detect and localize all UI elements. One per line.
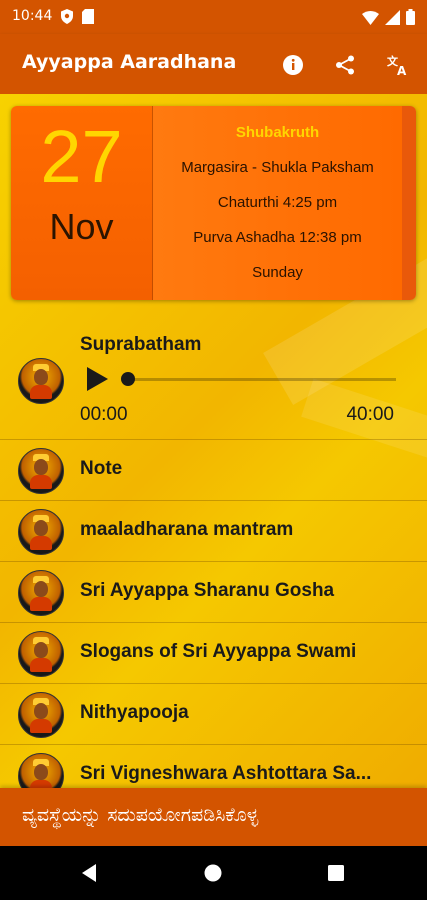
list-item[interactable]: Note [0, 439, 427, 500]
current-time: 00:00 [80, 404, 128, 425]
ayyappa-thumbnail [18, 570, 64, 616]
seek-handle[interactable] [121, 372, 135, 386]
panchang-details: Shubakruth Margasira - Shukla Paksham Ch… [153, 106, 416, 300]
status-time: 10:44 [12, 8, 53, 24]
ayyappa-thumbnail [18, 692, 64, 738]
weekday: Sunday [252, 264, 303, 281]
play-icon[interactable] [84, 366, 110, 392]
list-item[interactable]: Nithyapooja [0, 683, 427, 744]
wifi-icon [362, 10, 379, 29]
audio-player: Suprabatham 00:00 40:00 [0, 314, 427, 439]
svg-text:A: A [397, 64, 407, 77]
date-box: 27 Nov [11, 106, 153, 300]
back-icon[interactable] [76, 860, 102, 886]
seek-bar[interactable] [124, 378, 396, 381]
translate-icon[interactable]: 文A [385, 52, 411, 78]
navigation-bar [0, 846, 427, 900]
list-item-label: maaladharana mantram [80, 519, 294, 540]
tithi: Chaturthi 4:25 pm [217, 194, 338, 211]
ayyappa-thumbnail [18, 358, 64, 404]
player-title: Suprabatham [80, 334, 202, 355]
content-list: Note maaladharana mantram Sri Ayyappa Sh… [0, 439, 427, 805]
year-name: Shubakruth [235, 124, 320, 141]
app-title: Ayyappa Aaradhana [22, 51, 237, 73]
app-bar: Ayyappa Aaradhana 文A [0, 34, 427, 94]
status-bar: 10:44 [0, 0, 427, 34]
nakshatra: Purva Ashadha 12:38 pm [193, 229, 362, 246]
list-item[interactable]: Sri Ayyappa Sharanu Gosha [0, 561, 427, 622]
calendar-month: Nov [49, 206, 114, 247]
list-item-label: Sri Ayyappa Sharanu Gosha [80, 580, 335, 601]
share-icon[interactable] [332, 52, 358, 78]
battery-icon [406, 9, 415, 29]
masa-paksha: Margasira - Shukla Paksham [181, 159, 374, 176]
recents-icon[interactable] [323, 860, 349, 886]
list-item-label: Slogans of Sri Ayyappa Swami [80, 641, 357, 662]
list-item[interactable]: Slogans of Sri Ayyappa Swami [0, 622, 427, 683]
sd-card-icon [82, 9, 94, 28]
main-content: 27 Nov Shubakruth Margasira - Shukla Pak… [0, 94, 427, 846]
panchang-card: 27 Nov Shubakruth Margasira - Shukla Pak… [11, 106, 416, 300]
ayyappa-thumbnail [18, 448, 64, 494]
ayyappa-thumbnail [18, 631, 64, 677]
total-time: 40:00 [346, 404, 394, 425]
calendar-day: 27 [40, 115, 123, 198]
info-icon[interactable] [280, 52, 306, 78]
list-item-label: Sri Vigneshwara Ashtottara Sa... [80, 763, 372, 784]
list-item-label: Note [80, 458, 123, 479]
shield-icon [60, 9, 74, 28]
home-icon[interactable] [200, 860, 226, 886]
banner-text: ವ್ಯವಸ್ಥೆಯನ್ನು ಸದುಪಯೋಗಪಡಿಸಿಕೊಳ್ಳ [22, 804, 259, 826]
list-item[interactable]: maaladharana mantram [0, 500, 427, 561]
scrolling-banner: ವ್ಯವಸ್ಥೆಯನ್ನು ಸದುಪಯೋಗಪಡಿಸಿಕೊಳ್ಳ [0, 788, 427, 846]
signal-icon [385, 9, 400, 29]
ayyappa-thumbnail [18, 509, 64, 555]
list-item-label: Nithyapooja [80, 702, 189, 723]
